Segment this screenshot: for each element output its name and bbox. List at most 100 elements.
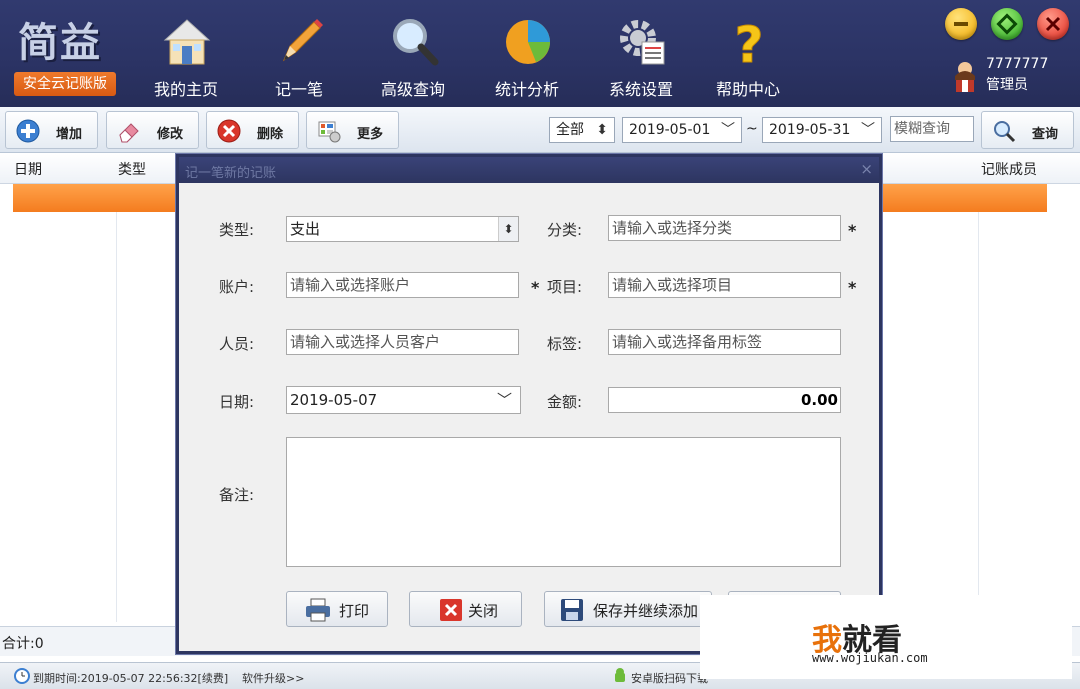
type-label: 类型: [219, 221, 255, 239]
account-label: 账户: [219, 278, 255, 296]
scope-select[interactable]: 全部 ⬍ [549, 117, 615, 143]
print-button[interactable]: 打印 [286, 591, 388, 627]
date-from-picker[interactable]: 2019-05-01 ﹀ [622, 117, 742, 143]
nav-record-label: 记一笔 [274, 80, 323, 99]
tag-label: 标签: [547, 335, 583, 353]
date-to-picker[interactable]: 2019-05-31 ﹀ [762, 117, 882, 143]
query-button[interactable]: 查询 [981, 111, 1074, 149]
nav-system-settings-label: 系统设置 [608, 80, 673, 99]
query-label: 查询 [1032, 127, 1059, 142]
home-icon [163, 19, 211, 65]
nav-record[interactable]: 记一笔 [249, 12, 349, 100]
note-label: 备注: [219, 486, 255, 504]
delete-label: 删除 [257, 127, 284, 142]
tag-input[interactable]: 请输入或选择备用标签 [608, 329, 841, 355]
expire-time-link[interactable]: 到期时间:2019-05-07 22:56:32[续费] [33, 670, 228, 686]
required-marker: * [848, 278, 857, 297]
account-input[interactable]: 请输入或选择账户 [286, 272, 519, 298]
svg-text:?: ? [734, 16, 763, 68]
watermark-url: www.wojiukan.com [812, 651, 928, 665]
chevron-down-icon: ﹀ [721, 122, 735, 138]
close-button[interactable]: 关闭 [409, 591, 522, 627]
amount-label: 金额: [547, 393, 583, 411]
nav-help-center[interactable]: ? 帮助中心 [698, 12, 798, 100]
window-close-button[interactable] [1037, 8, 1069, 40]
minimize-button[interactable] [945, 8, 977, 40]
person-label: 人员: [219, 335, 255, 353]
required-marker: * [848, 221, 857, 240]
app-logo: 简益 安全云记账版 [10, 10, 120, 102]
nav-home[interactable]: 我的主页 [136, 12, 236, 100]
category-label: 分类: [547, 221, 583, 239]
date-label: 日期: [219, 393, 255, 411]
fuzzy-search-input[interactable]: 模糊查询 [890, 116, 974, 142]
nav-advanced-query[interactable]: 高级查询 [363, 12, 463, 100]
note-textarea[interactable] [286, 437, 841, 567]
settings-gear-icon [620, 20, 665, 65]
nav-statistics[interactable]: 统计分析 [477, 12, 577, 100]
android-download-link[interactable]: 安卓版扫码下载 [631, 670, 708, 686]
footer-total: 合计:0 [2, 636, 44, 652]
add-button[interactable]: 增加 [5, 111, 98, 149]
date-from-value: 2019-05-01 [629, 122, 711, 138]
category-input[interactable]: 请输入或选择分类 [608, 215, 841, 241]
add-label: 增加 [56, 127, 83, 142]
delete-x-circle-icon [217, 119, 241, 143]
date-to-value: 2019-05-31 [769, 122, 851, 138]
nav-system-settings[interactable]: 系统设置 [591, 12, 691, 100]
maximize-icon [996, 13, 1018, 35]
chevron-down-icon: ﹀ [861, 122, 875, 138]
delete-button[interactable]: 删除 [206, 111, 299, 149]
column-header-member[interactable]: 记账成员 [981, 159, 1037, 179]
close-label: 关闭 [468, 602, 499, 620]
magnifier-icon [393, 19, 439, 66]
maximize-button[interactable] [991, 8, 1023, 40]
save-and-continue-label: 保存并继续添加 [593, 602, 699, 620]
user-name: 7777777 [986, 56, 1049, 72]
more-label: 更多 [357, 127, 384, 142]
chevron-down-icon: ﹀ [496, 391, 512, 409]
save-and-continue-button[interactable]: 保存并继续添加 [544, 591, 712, 627]
pencil-icon [282, 19, 323, 62]
nav-home-label: 我的主页 [153, 80, 218, 99]
project-label: 项目: [547, 278, 583, 296]
project-input[interactable]: 请输入或选择项目 [608, 272, 841, 298]
logo-text: 简益 [18, 20, 102, 66]
nav-advanced-query-label: 高级查询 [380, 80, 445, 99]
type-select-value: 支出 [290, 220, 321, 238]
more-button[interactable]: 更多 [306, 111, 399, 149]
dialog-titlebar[interactable]: 记一笔新的记账 × [179, 157, 879, 183]
date-picker[interactable]: 2019-05-07 ﹀ [286, 386, 521, 414]
save-disk-icon [561, 599, 583, 621]
minimize-icon [954, 22, 968, 26]
required-marker: * [531, 278, 540, 297]
nav-statistics-label: 统计分析 [494, 80, 559, 99]
close-icon [1045, 16, 1061, 32]
grid-column-divider [978, 212, 979, 622]
printer-icon [306, 598, 330, 622]
amount-input[interactable]: 0.00 [608, 387, 841, 413]
site-watermark: 我就看 www.wojiukan.com [700, 595, 1072, 679]
grid-column-divider [116, 212, 117, 622]
user-info[interactable]: 7777777 管理员 [948, 56, 1078, 96]
spinner-icon: ⬍ [596, 122, 608, 138]
column-header-date[interactable]: 日期 [14, 159, 42, 179]
date-range-separator: ~ [746, 121, 758, 137]
pie-chart-icon [506, 20, 550, 64]
person-input[interactable]: 请输入或选择人员客户 [286, 329, 519, 355]
close-x-icon [440, 599, 462, 621]
edit-label: 修改 [157, 127, 184, 142]
scope-select-value: 全部 [556, 122, 584, 138]
dialog-close-icon[interactable]: × [860, 160, 873, 178]
column-header-type[interactable]: 类型 [118, 159, 146, 179]
edit-button[interactable]: 修改 [106, 111, 199, 149]
dialog-title: 记一笔新的记账 [185, 166, 277, 181]
type-select[interactable]: 支出 ⬍ [286, 216, 519, 242]
new-record-dialog: 记一笔新的记账 × 类型: 支出 ⬍ 分类: 请输入或选择分类 * 账户: 请输… [176, 154, 882, 654]
software-upgrade-link[interactable]: 软件升级>> [242, 670, 304, 686]
user-avatar-icon [955, 62, 975, 92]
top-navigation-bar: 简益 安全云记账版 我的主页 记一笔 高级查询 统计分析 系统设置 ? 帮助中心… [0, 0, 1080, 107]
plus-circle-icon [16, 119, 40, 143]
nav-help-center-label: 帮助中心 [715, 80, 780, 99]
question-mark-icon: ? [734, 16, 764, 68]
